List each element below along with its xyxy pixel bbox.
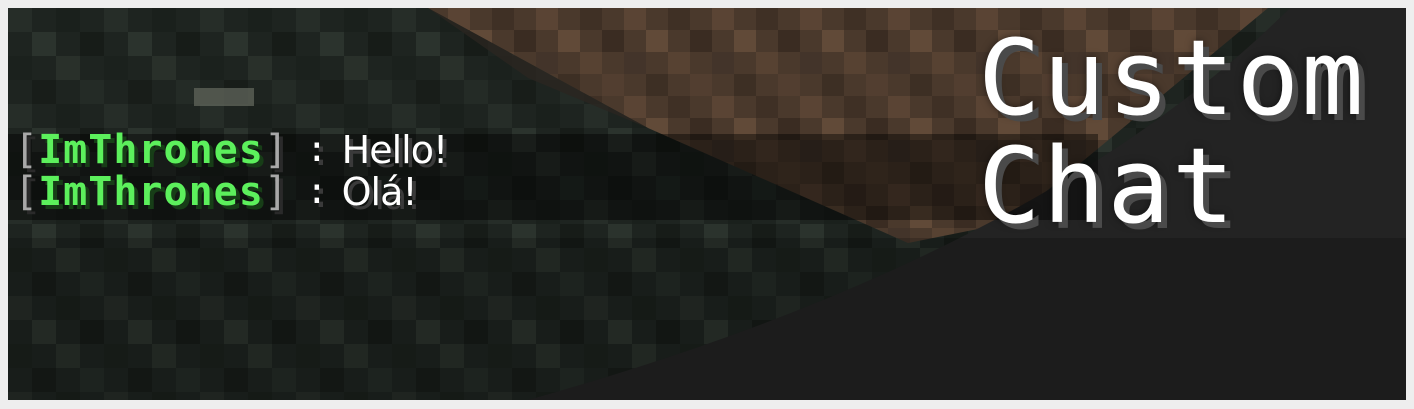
separator: : [305, 129, 328, 170]
bracket-close: ] [263, 127, 288, 173]
bracket-open: [ [14, 127, 39, 173]
bracket-close: ] [263, 169, 288, 215]
chat-message: [ ImThrones ] : Olá! [14, 169, 418, 215]
chat-message: [ ImThrones ] : Hello! [14, 127, 449, 173]
player-name: ImThrones [38, 127, 264, 173]
title-line-custom: Custom [978, 17, 1366, 139]
separator: : [305, 171, 328, 212]
title-line-chat: Chat [978, 125, 1237, 247]
bracket-open: [ [14, 169, 39, 215]
message-text: Hello! [341, 128, 449, 172]
banner-title: Custom Chat [978, 24, 1398, 240]
message-text: Olá! [341, 170, 418, 214]
player-name: ImThrones [38, 169, 264, 215]
